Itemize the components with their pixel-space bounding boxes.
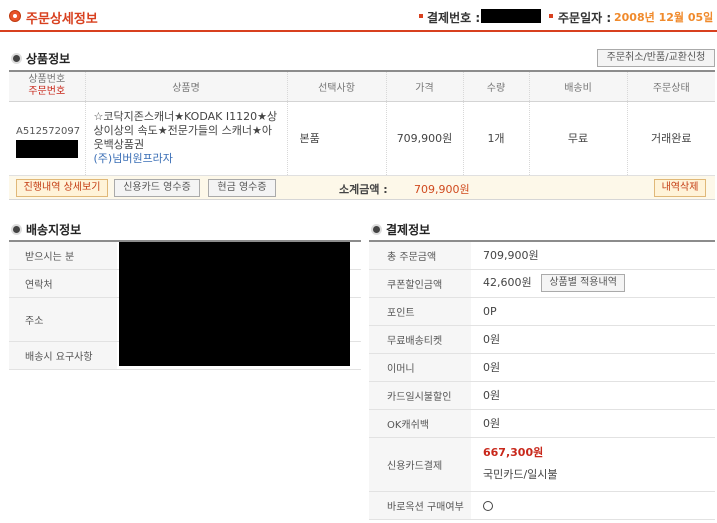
table-header-row: 상품번호 주문번호 상품명 선택사항 가격 수량 배송비 주문상태 bbox=[9, 71, 715, 102]
table-row: 쿠폰할인금액 42,600원 상품별 적용내역 bbox=[369, 269, 715, 298]
bullet-icon bbox=[419, 14, 423, 18]
delivery-request-label: 배송시 요구사항 bbox=[9, 341, 117, 370]
section-bullet-icon bbox=[371, 224, 382, 235]
table-row: 카드일시불할인 0원 bbox=[369, 381, 715, 410]
subtotal-label: 소계금액 : bbox=[339, 183, 388, 196]
direct-auction-value bbox=[471, 491, 715, 520]
product-section-title: 상품정보 bbox=[26, 52, 71, 66]
shipping-cell: 무료 bbox=[528, 101, 627, 176]
subtotal-bar: 진행내역 상세보기 신용카드 영수증 현금 영수증 소계금액 : 709,900… bbox=[9, 176, 715, 200]
card-discount-label: 카드일시불할인 bbox=[369, 381, 471, 410]
col-product-no: 상품번호 bbox=[28, 74, 66, 86]
product-no-cell: A512572097 bbox=[9, 101, 85, 176]
free-ticket-label: 무료배송티켓 bbox=[369, 325, 471, 354]
col-status: 주문상태 bbox=[626, 71, 715, 102]
product-table: 상품번호 주문번호 상품명 선택사항 가격 수량 배송비 주문상태 A51257… bbox=[9, 70, 715, 176]
payment-table: 총 주문금액 709,900원 쿠폰할인금액 42,600원 상품별 적용내역 … bbox=[369, 240, 715, 520]
redacted-delivery-info bbox=[119, 242, 350, 366]
coupon-label: 쿠폰할인금액 bbox=[369, 269, 471, 298]
card-pay-label: 신용카드결제 bbox=[369, 437, 471, 492]
emoney-value: 0원 bbox=[471, 353, 715, 382]
point-value: 0P bbox=[471, 297, 715, 326]
table-row: 이머니 0원 bbox=[369, 353, 715, 382]
option-cell: 본품 bbox=[286, 101, 386, 176]
bullet-icon bbox=[549, 14, 553, 18]
section-bullet-icon bbox=[11, 53, 22, 64]
redacted-payment-no bbox=[481, 9, 541, 23]
coupon-value: 42,600원 bbox=[483, 276, 532, 289]
payment-section-title: 결제정보 bbox=[386, 223, 431, 237]
product-no: A512572097 bbox=[16, 125, 81, 137]
contact-label: 연락처 bbox=[9, 269, 117, 298]
col-shipping: 배송비 bbox=[528, 71, 627, 102]
col-price: 가격 bbox=[385, 71, 463, 102]
payment-no-label: 결제번호 : bbox=[427, 11, 481, 25]
col-qty: 수량 bbox=[462, 71, 529, 102]
col-option: 선택사항 bbox=[286, 71, 386, 102]
product-name-link[interactable]: ☆코닥지존스캐너★KODAK I1120★상상이상의 속도★전문가들의 스캐너★… bbox=[94, 110, 279, 152]
status-cell: 거래완료 bbox=[626, 101, 715, 176]
card-receipt-button[interactable]: 신용카드 영수증 bbox=[114, 179, 200, 197]
cash-receipt-button[interactable]: 현금 영수증 bbox=[208, 179, 276, 197]
price-cell: 709,900원 bbox=[385, 101, 463, 176]
coupon-detail-button[interactable]: 상품별 적용내역 bbox=[541, 274, 626, 292]
coupon-cell: 42,600원 상품별 적용내역 bbox=[471, 269, 715, 298]
address-label: 주소 bbox=[9, 297, 117, 342]
okcash-value: 0원 bbox=[471, 409, 715, 438]
section-bullet-icon bbox=[11, 224, 22, 235]
card-pay-detail: 국민카드/일시불 bbox=[483, 468, 558, 481]
table-row: A512572097 ☆코닥지존스캐너★KODAK I1120★상상이상의 속도… bbox=[9, 101, 715, 176]
free-ticket-value: 0원 bbox=[471, 325, 715, 354]
page-header: 주문상세정보 결제번호 : 주문일자 : 2008년 12월 05일 bbox=[0, 0, 717, 32]
progress-detail-button[interactable]: 진행내역 상세보기 bbox=[16, 179, 108, 197]
redacted-order-no bbox=[16, 139, 78, 158]
total-value: 709,900원 bbox=[471, 241, 715, 270]
seller-link[interactable]: (주)넘버원프라자 bbox=[94, 152, 279, 166]
cancel-return-exchange-button[interactable]: 주문취소/반품/교환신청 bbox=[597, 49, 715, 67]
table-row: OK캐쉬백 0원 bbox=[369, 409, 715, 438]
circle-mark-icon bbox=[483, 500, 493, 511]
table-row: 포인트 0P bbox=[369, 297, 715, 326]
card-pay-cell: 667,300원 국민카드/일시불 bbox=[471, 437, 715, 492]
order-date-label: 주문일자 : bbox=[558, 11, 612, 25]
recipient-label: 받으시는 분 bbox=[9, 241, 117, 270]
point-label: 포인트 bbox=[369, 297, 471, 326]
subtotal-value: 709,900원 bbox=[414, 183, 470, 196]
order-date: 2008년 12월 05일 bbox=[614, 11, 714, 24]
delivery-section-title: 배송지정보 bbox=[26, 223, 82, 237]
col-product-order-no: 상품번호 주문번호 bbox=[9, 71, 85, 102]
col-order-no: 주문번호 bbox=[28, 86, 66, 98]
col-name: 상품명 bbox=[84, 71, 287, 102]
card-pay-value: 667,300원 bbox=[483, 446, 544, 459]
table-row: 총 주문금액 709,900원 bbox=[369, 241, 715, 270]
table-row: 무료배송티켓 0원 bbox=[369, 325, 715, 354]
delete-history-button[interactable]: 내역삭제 bbox=[654, 179, 706, 197]
product-name-cell: ☆코닥지존스캐너★KODAK I1120★상상이상의 속도★전문가들의 스캐너★… bbox=[84, 101, 287, 176]
emoney-label: 이머니 bbox=[369, 353, 471, 382]
qty-cell: 1개 bbox=[462, 101, 529, 176]
page-title: 주문상세정보 bbox=[26, 12, 98, 27]
direct-auction-label: 바로옥션 구매여부 bbox=[369, 491, 471, 520]
card-discount-value: 0원 bbox=[471, 381, 715, 410]
table-row: 바로옥션 구매여부 bbox=[369, 491, 715, 520]
total-label: 총 주문금액 bbox=[369, 241, 471, 270]
title-bullet-icon bbox=[9, 10, 21, 22]
table-row: 신용카드결제 667,300원 국민카드/일시불 bbox=[369, 437, 715, 492]
okcash-label: OK캐쉬백 bbox=[369, 409, 471, 438]
